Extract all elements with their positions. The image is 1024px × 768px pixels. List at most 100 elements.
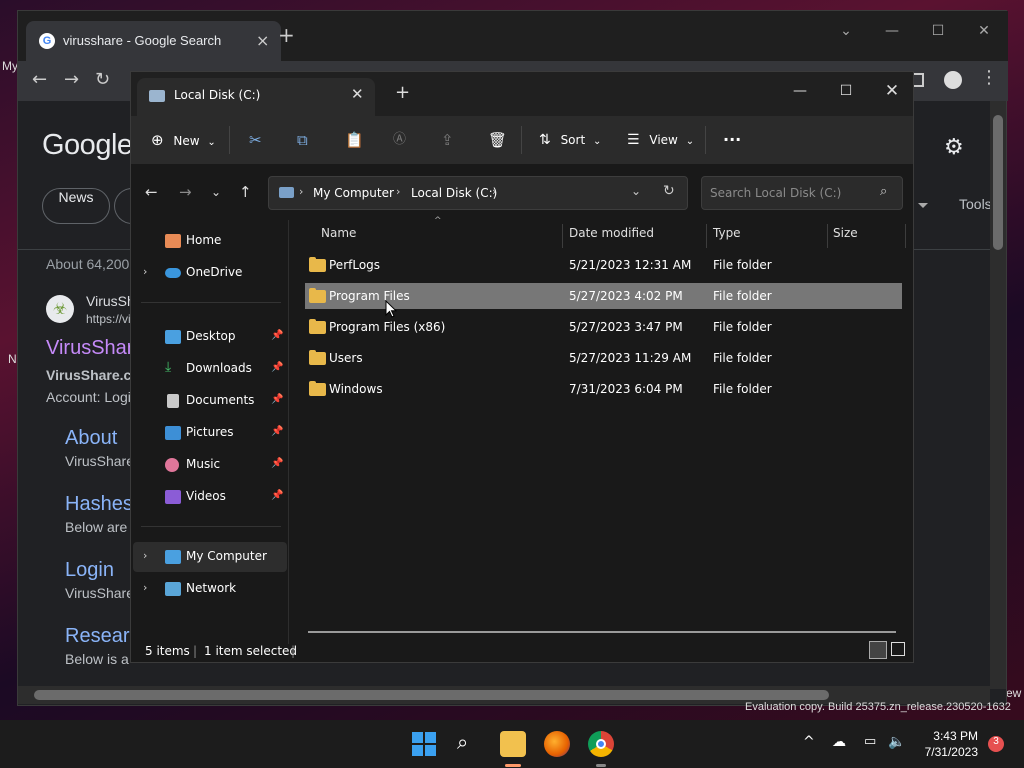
back-arrow-icon[interactable]: ←	[32, 69, 47, 90]
breadcrumb-my-computer[interactable]: My Computer	[313, 186, 394, 200]
chevron-right-icon[interactable]: ›	[143, 581, 147, 594]
close-tab-icon[interactable]: ×	[256, 31, 269, 50]
reload-icon[interactable]: ↻	[95, 69, 110, 90]
nav-item-network[interactable]: › Network	[133, 574, 287, 604]
table-row[interactable]: PerfLogs 5/21/2023 12:31 AM File folder	[305, 252, 902, 278]
pin-icon[interactable]: 📌	[271, 362, 283, 373]
sublink-title[interactable]: Login	[65, 559, 114, 582]
chevron-up-icon[interactable]: ^	[803, 734, 815, 750]
dropdown-arrow-icon[interactable]	[918, 203, 928, 208]
result-url[interactable]: https://vi	[86, 312, 131, 326]
close-window-icon[interactable]: ✕	[869, 76, 915, 106]
minimize-icon[interactable]: —	[870, 17, 914, 45]
network-icon[interactable]: ▭	[864, 734, 876, 749]
settings-gear-icon[interactable]: ⚙	[944, 135, 964, 160]
nav-item-my-computer[interactable]: › My Computer	[133, 542, 287, 572]
pin-icon[interactable]: 📌	[271, 394, 283, 405]
search-box[interactable]: Search Local Disk (C:) ⌕	[701, 176, 903, 210]
paste-icon[interactable]: 📋	[345, 128, 364, 152]
column-header-size[interactable]: Size	[833, 226, 858, 240]
speaker-icon[interactable]: 🔈	[888, 734, 905, 750]
forward-arrow-icon[interactable]: →	[179, 183, 192, 201]
file-explorer-taskbar-icon[interactable]	[500, 731, 526, 757]
search-icon[interactable]: ⌕	[457, 730, 468, 754]
news-filter-chip[interactable]: News	[42, 188, 110, 224]
maximize-icon[interactable]: ☐	[916, 17, 960, 45]
close-window-icon[interactable]: ✕	[962, 17, 1006, 45]
chevron-down-icon[interactable]: ⌄	[631, 184, 641, 198]
breadcrumb-local-disk[interactable]: Local Disk (C:)	[411, 186, 497, 200]
notification-badge[interactable]: 3	[988, 736, 1004, 752]
pin-icon[interactable]: 📌	[271, 330, 283, 341]
tools-button[interactable]: Tools	[959, 196, 992, 212]
new-button[interactable]: ⊕ New ⌄	[151, 128, 216, 152]
chevron-right-icon[interactable]: ›	[143, 265, 147, 278]
google-logo[interactable]: Google	[42, 129, 133, 162]
table-row[interactable]: Users 5/27/2023 11:29 AM File folder	[305, 345, 902, 371]
firefox-taskbar-icon[interactable]	[544, 731, 570, 757]
back-arrow-icon[interactable]: ←	[145, 183, 158, 201]
chevron-down-icon[interactable]: ⌄	[824, 17, 868, 45]
file-list-scrollbar[interactable]	[308, 631, 896, 633]
maximize-icon[interactable]: ☐	[823, 76, 869, 106]
delete-icon[interactable]: 🗑	[488, 128, 507, 152]
desktop-icon	[165, 330, 181, 344]
new-tab-icon[interactable]: +	[278, 23, 295, 47]
column-divider[interactable]	[706, 224, 707, 248]
more-options-icon[interactable]: ···	[723, 128, 741, 152]
column-divider[interactable]	[827, 224, 828, 248]
nav-item-documents[interactable]: Documents 📌	[133, 386, 287, 416]
chrome-vertical-scrollbar[interactable]	[990, 101, 1006, 689]
column-divider[interactable]	[562, 224, 563, 248]
copy-icon[interactable]: ⧉	[297, 128, 308, 152]
explorer-tab[interactable]: Local Disk (C:) ✕	[137, 78, 375, 116]
nav-item-desktop[interactable]: Desktop 📌	[133, 322, 287, 352]
pin-icon[interactable]: 📌	[271, 490, 283, 501]
address-bar[interactable]: › My Computer › Local Disk (C:) › ⌄ ↻	[268, 176, 688, 210]
forward-arrow-icon[interactable]: →	[64, 69, 79, 90]
nav-item-videos[interactable]: Videos 📌	[133, 482, 287, 512]
scroll-thumb[interactable]	[34, 690, 829, 700]
up-arrow-icon[interactable]: ↑	[239, 183, 252, 201]
start-windows-icon[interactable]	[412, 732, 436, 756]
close-tab-icon[interactable]: ✕	[351, 85, 364, 103]
nav-item-downloads[interactable]: ⤓ Downloads 📌	[133, 354, 287, 384]
column-header-date[interactable]: Date modified	[569, 226, 654, 240]
scroll-thumb[interactable]	[993, 115, 1003, 250]
minimize-icon[interactable]: —	[777, 76, 823, 106]
tiles-view-icon[interactable]	[891, 642, 905, 656]
sublink-title[interactable]: Hashes	[65, 493, 133, 516]
explorer-address-row: ← → ⌄ ↑ › My Computer › Local Disk (C:) …	[131, 164, 913, 220]
recent-locations-chevron-icon[interactable]: ⌄	[211, 185, 221, 199]
search-input[interactable]: Search Local Disk (C:)	[710, 186, 841, 200]
sublink-title[interactable]: About	[65, 427, 117, 450]
nav-item-home[interactable]: Home	[133, 226, 287, 256]
nav-item-onedrive[interactable]: › OneDrive	[133, 258, 287, 288]
details-view-icon[interactable]	[869, 641, 887, 659]
chrome-taskbar-icon[interactable]	[588, 731, 614, 757]
rename-icon[interactable]: Ⓐ	[393, 128, 406, 152]
clock-date[interactable]: 7/31/2023	[912, 745, 978, 759]
profile-icon[interactable]	[944, 71, 962, 89]
column-header-name[interactable]: Name	[321, 226, 356, 240]
chevron-right-icon[interactable]: ›	[143, 549, 147, 562]
column-header-type[interactable]: Type	[713, 226, 741, 240]
more-menu-icon[interactable]: ⋮	[980, 67, 998, 88]
pin-icon[interactable]: 📌	[271, 426, 283, 437]
sublink-title[interactable]: Resear	[65, 625, 129, 648]
share-icon[interactable]: ⇪	[441, 128, 454, 152]
table-row[interactable]: Windows 7/31/2023 6:04 PM File folder	[305, 376, 902, 402]
chrome-tab[interactable]: G virusshare - Google Search ×	[26, 21, 281, 61]
nav-item-music[interactable]: Music 📌	[133, 450, 287, 480]
nav-item-pictures[interactable]: Pictures 📌	[133, 418, 287, 448]
view-button[interactable]: ☰ View ⌄	[627, 128, 694, 152]
clock-time[interactable]: 3:43 PM	[922, 729, 978, 743]
onedrive-offline-icon[interactable]: ☁	[832, 734, 846, 750]
new-tab-icon[interactable]: +	[395, 82, 410, 103]
cut-icon[interactable]: ✂	[249, 128, 262, 152]
result-title-link[interactable]: VirusShar	[46, 337, 133, 360]
sort-button[interactable]: ⇅ Sort ⌄	[539, 128, 601, 152]
refresh-icon[interactable]: ↻	[663, 183, 675, 199]
pin-icon[interactable]: 📌	[271, 458, 283, 469]
column-divider[interactable]	[905, 224, 906, 248]
